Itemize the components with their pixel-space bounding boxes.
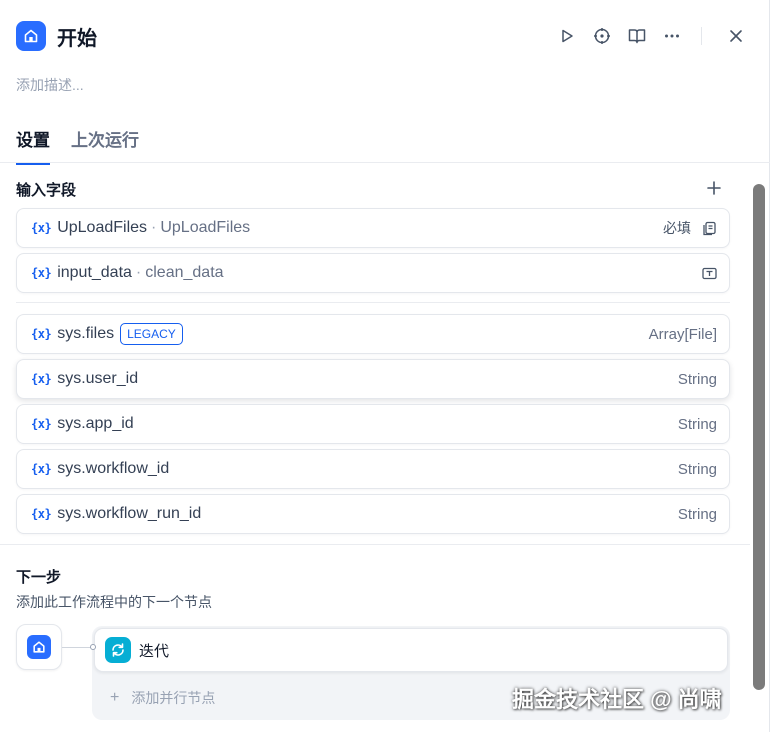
home-icon (16, 21, 46, 51)
var-label: UpLoadFiles (160, 219, 251, 236)
var-meta: 必填 (663, 218, 717, 238)
required-badge: 必填 (663, 220, 691, 236)
next-node-iteration[interactable]: 迭代 (94, 628, 728, 672)
legacy-badge: LEGACY (120, 323, 183, 345)
var-separator: · (151, 219, 157, 236)
locate-icon[interactable] (589, 23, 615, 49)
var-name: UpLoadFiles (57, 219, 148, 236)
input-var-row[interactable]: {x} input_data · clean_data (16, 253, 730, 293)
add-parallel-label: 添加并行节点 (131, 690, 216, 706)
var-meta: Array[File] (649, 326, 717, 343)
tab-bar: 设置 上次运行 (0, 118, 770, 165)
text-input-icon (701, 265, 717, 281)
variable-icon: {x} (31, 266, 52, 280)
play-icon[interactable] (554, 23, 580, 49)
var-meta: String (678, 506, 717, 523)
variable-icon: {x} (31, 221, 52, 235)
variable-icon: {x} (31, 372, 52, 386)
var-type: String (677, 370, 717, 388)
more-icon[interactable] (659, 23, 685, 49)
sys-var-row[interactable]: {x} sys.workflow_run_id String (16, 494, 730, 534)
sys-var-row[interactable]: {x} sys.app_id String (16, 404, 730, 444)
watermark: 掘金技术社区 @ 尚啸 (512, 687, 722, 712)
input-var-row[interactable]: {x} UpLoadFiles · UpLoadFiles 必填 (16, 208, 730, 248)
add-field-button[interactable] (704, 178, 724, 198)
book-icon[interactable] (624, 23, 650, 49)
variable-icon: {x} (31, 417, 52, 431)
var-type: Array[File] (648, 325, 717, 343)
close-icon[interactable] (723, 23, 749, 49)
input-fields-title: 输入字段 (16, 182, 77, 199)
plus-icon (707, 181, 721, 195)
node-config-panel: 开始 添加描述... 设置 上次运行 输入字段 {x} UpLoadFiles … (0, 0, 770, 732)
var-type: String (677, 415, 717, 433)
var-type: String (677, 460, 717, 478)
var-label: clean_data (145, 264, 224, 281)
scrollbar[interactable] (753, 184, 765, 690)
var-meta: String (678, 461, 717, 478)
plus-icon: + (110, 689, 120, 706)
current-node-block (16, 624, 62, 670)
var-name: input_data (57, 264, 132, 281)
file-list-icon (701, 220, 717, 236)
node-title[interactable]: 开始 (57, 22, 97, 51)
connector-handle (90, 644, 96, 650)
var-type: String (677, 505, 717, 523)
variable-icon: {x} (31, 507, 52, 521)
iteration-icon (105, 637, 131, 663)
variable-icon: {x} (31, 462, 52, 476)
var-name: sys.app_id (57, 415, 134, 432)
var-meta: String (678, 416, 717, 433)
sys-var-row[interactable]: {x} sys.user_id String (16, 359, 730, 399)
panel-header: 开始 (16, 20, 749, 52)
tab-last-run[interactable]: 上次运行 (71, 126, 139, 163)
sys-var-row[interactable]: {x} sys.files LEGACY Array[File] (16, 314, 730, 354)
sys-var-row[interactable]: {x} sys.workflow_id String (16, 449, 730, 489)
section-divider (0, 544, 750, 545)
next-step-title: 下一步 (16, 569, 62, 586)
section-divider (16, 302, 730, 303)
var-name: sys.files (57, 325, 115, 342)
header-divider (701, 27, 702, 45)
header-actions (545, 23, 749, 49)
next-step-subtitle: 添加此工作流程中的下一个节点 (16, 594, 212, 610)
home-icon (27, 635, 51, 659)
var-name: sys.workflow_run_id (57, 505, 202, 522)
description-input[interactable]: 添加描述... (16, 75, 84, 95)
var-meta: String (678, 371, 717, 388)
var-meta (701, 265, 717, 281)
var-name: sys.user_id (57, 370, 139, 387)
variable-icon: {x} (31, 327, 52, 341)
var-separator: · (135, 264, 142, 281)
var-name: sys.workflow_id (57, 460, 170, 477)
next-node-label: 迭代 (139, 642, 170, 660)
tab-settings[interactable]: 设置 (16, 126, 50, 165)
add-parallel-node-button[interactable]: + 添加并行节点 (110, 688, 215, 708)
